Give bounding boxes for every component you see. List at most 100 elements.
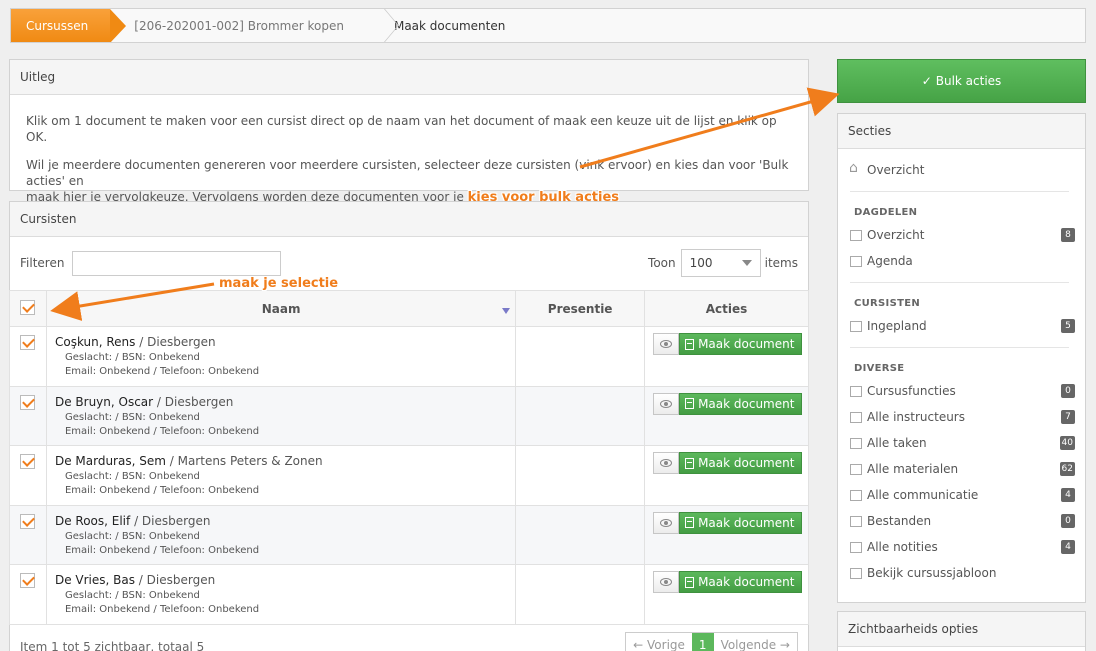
sectie-item[interactable]: Alle instructeurs 7 bbox=[850, 404, 1085, 430]
cursist-name-text: Coşkun, Rens bbox=[54, 335, 136, 349]
user-icon bbox=[850, 385, 862, 397]
row-checkbox-cell bbox=[9, 445, 47, 506]
cursist-meta-gender-bsn: Geslacht: / BSN: Onbekend bbox=[64, 411, 200, 423]
maak-document-button[interactable]: Maak document bbox=[679, 452, 803, 474]
column-naam-label: Naam bbox=[261, 301, 301, 316]
select-all-cell bbox=[9, 290, 47, 327]
page-size-select[interactable]: 100 bbox=[680, 249, 761, 277]
pager-page-1[interactable]: 1 bbox=[691, 633, 714, 651]
sectie-item[interactable]: Bekijk cursussjabloon bbox=[850, 560, 1085, 586]
pager-next[interactable]: Volgende → bbox=[714, 633, 797, 651]
maak-document-button[interactable]: Maak document bbox=[679, 571, 803, 593]
row-checkbox[interactable] bbox=[20, 335, 35, 350]
row-checkbox-cell bbox=[9, 326, 47, 387]
naam-cell: Coşkun, Rens / Diesbergen Geslacht: / BS… bbox=[45, 326, 517, 387]
acties-cell: Maak document bbox=[644, 564, 809, 625]
cursist-meta-contact: Email: Onbekend / Telefoon: Onbekend bbox=[64, 485, 260, 496]
check-icon: ✓ bbox=[921, 74, 932, 88]
cursisten-table: Naam Presentie Acties Coşkun, Rens / Die… bbox=[9, 290, 809, 625]
template-icon bbox=[850, 567, 862, 579]
tasks-icon bbox=[850, 437, 862, 449]
sectie-item[interactable]: Alle taken 40 bbox=[850, 430, 1085, 456]
sectie-item[interactable]: Alle communicatie 4 bbox=[850, 482, 1085, 508]
naam-cell: De Marduras, Sem / Martens Peters & Zone… bbox=[45, 445, 517, 506]
preview-button[interactable] bbox=[653, 333, 680, 355]
sectie-item-label: Alle notities bbox=[867, 540, 938, 554]
sectie-item[interactable]: Overzicht 8 bbox=[850, 222, 1085, 248]
eye-icon bbox=[660, 340, 673, 348]
cursist-name-text: De Bruyn, Oscar bbox=[54, 394, 154, 409]
cursist-name[interactable]: De Roos, Elif / Diesbergen bbox=[55, 514, 515, 528]
cursist-org: / Martens Peters & Zonen bbox=[165, 454, 323, 468]
cursist-name[interactable]: De Vries, Bas / Diesbergen bbox=[55, 573, 515, 587]
sectie-item[interactable]: Bestanden 0 bbox=[850, 508, 1085, 534]
filter-input[interactable] bbox=[72, 250, 282, 276]
zichtbaarheid-title[interactable]: Zichtbaarheids opties bbox=[838, 612, 1085, 647]
breadcrumb-cursussen[interactable]: Cursussen bbox=[11, 9, 127, 42]
maak-document-button[interactable]: Maak document bbox=[679, 392, 803, 415]
row-checkbox[interactable] bbox=[20, 573, 35, 588]
row-checkbox[interactable] bbox=[20, 513, 35, 529]
sectie-item-label: Ingepland bbox=[867, 319, 927, 333]
cursist-meta-gender-bsn: Geslacht: / BSN: Onbekend bbox=[64, 590, 200, 601]
breadcrumb-current: Maak documenten bbox=[393, 18, 506, 33]
presentie-cell bbox=[515, 326, 646, 387]
sectie-item-label: Alle materialen bbox=[867, 462, 959, 476]
presentie-cell bbox=[515, 385, 646, 446]
table-summary: Item 1 tot 5 zichtbaar, totaal 5 bbox=[20, 640, 205, 651]
count-badge: 62 bbox=[1059, 462, 1075, 476]
row-checkbox[interactable] bbox=[20, 394, 35, 410]
maak-document-label: Maak document bbox=[698, 456, 795, 470]
eye-icon bbox=[660, 518, 673, 527]
cursist-name[interactable]: Coşkun, Rens / Diesbergen bbox=[55, 335, 515, 349]
sectie-item[interactable]: Alle materialen 62 bbox=[850, 456, 1085, 482]
count-badge: 40 bbox=[1059, 436, 1075, 450]
preview-button[interactable] bbox=[653, 392, 680, 415]
preview-button[interactable] bbox=[653, 452, 680, 474]
breadcrumb: Cursussen [206-202001-002] Brommer kopen… bbox=[10, 8, 1086, 43]
sectie-item[interactable]: Ingepland 5 bbox=[850, 313, 1085, 339]
acties-cell: Maak document bbox=[644, 326, 809, 387]
sectie-overzicht[interactable]: Overzicht bbox=[849, 157, 1085, 183]
preview-button[interactable] bbox=[653, 571, 680, 593]
chevron-down-icon bbox=[741, 260, 752, 266]
sectie-group-title: DIVERSE bbox=[854, 362, 905, 374]
sectie-item-label: Alle communicatie bbox=[867, 488, 979, 502]
row-checkbox-cell bbox=[9, 504, 47, 565]
cursist-meta-contact: Email: Onbekend / Telefoon: Onbekend bbox=[64, 544, 260, 556]
maak-document-button[interactable]: Maak document bbox=[679, 511, 803, 534]
secties-panel: Secties Overzicht DAGDELEN Overzicht 8 Agen… bbox=[837, 113, 1086, 603]
cursist-name[interactable]: De Bruyn, Oscar / Diesbergen bbox=[55, 395, 515, 409]
maak-document-button[interactable]: Maak document bbox=[679, 333, 803, 355]
sectie-overzicht-label: Overzicht bbox=[867, 163, 925, 177]
pager-prev[interactable]: ← Vorige bbox=[626, 633, 692, 651]
naam-cell: De Vries, Bas / Diesbergen Geslacht: / B… bbox=[45, 564, 517, 625]
cursist-name[interactable]: De Marduras, Sem / Martens Peters & Zone… bbox=[55, 454, 515, 468]
uitleg-title: Uitleg bbox=[10, 60, 808, 95]
count-badge: 0 bbox=[1061, 384, 1075, 398]
preview-button[interactable] bbox=[653, 511, 680, 534]
table-row: Coşkun, Rens / Diesbergen Geslacht: / BS… bbox=[9, 326, 809, 387]
filter-bar: Filteren Toon 100 items bbox=[10, 237, 808, 289]
sectie-item[interactable]: Alle notities 4 bbox=[850, 534, 1085, 560]
document-icon bbox=[850, 320, 862, 332]
breadcrumb-course[interactable]: [206-202001-002] Brommer kopen bbox=[126, 9, 366, 42]
sectie-item[interactable]: Agenda bbox=[850, 248, 1085, 274]
cursist-org: / Diesbergen bbox=[134, 573, 216, 587]
count-badge: 7 bbox=[1061, 410, 1075, 424]
sectie-item[interactable]: Cursusfuncties 0 bbox=[850, 378, 1085, 404]
cursisten-title: Cursisten bbox=[10, 202, 808, 237]
bulk-acties-button[interactable]: ✓ Bulk acties bbox=[837, 59, 1086, 103]
select-all-checkbox[interactable] bbox=[20, 299, 35, 315]
sectie-item-label: Cursusfuncties bbox=[867, 384, 956, 398]
eye-icon bbox=[660, 459, 673, 467]
acties-cell: Maak document bbox=[644, 385, 809, 446]
table-row: De Bruyn, Oscar / Diesbergen Geslacht: /… bbox=[9, 385, 809, 446]
row-checkbox[interactable] bbox=[20, 454, 35, 469]
sectie-item-label: Alle instructeurs bbox=[867, 410, 965, 424]
cursist-meta-contact: Email: Onbekend / Telefoon: Onbekend bbox=[64, 604, 260, 615]
naam-cell: De Roos, Elif / Diesbergen Geslacht: / B… bbox=[45, 504, 517, 565]
maak-document-label: Maak document bbox=[698, 515, 795, 530]
column-naam[interactable]: Naam bbox=[45, 290, 517, 327]
list-icon bbox=[850, 229, 862, 241]
